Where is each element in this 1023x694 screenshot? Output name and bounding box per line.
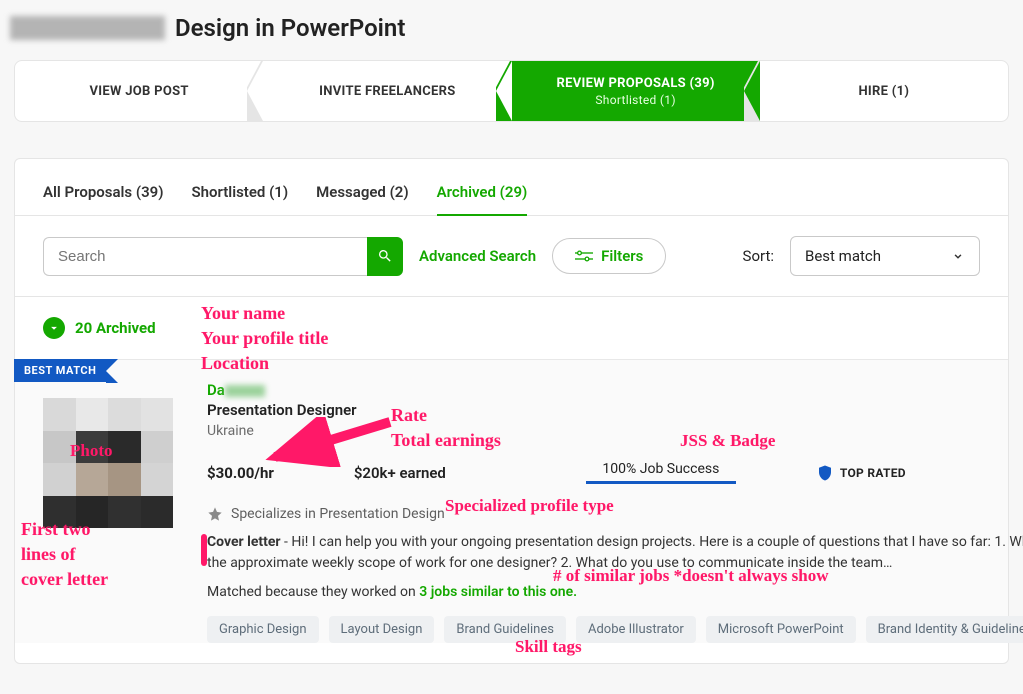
- tab-hire[interactable]: HIRE (1): [760, 61, 1008, 121]
- hourly-rate: $30.00/hr: [207, 464, 274, 482]
- location: Ukraine: [207, 423, 1023, 439]
- sliders-icon: [575, 249, 593, 263]
- proposal-card: BEST MATCH Da: [15, 359, 1008, 643]
- sort-select[interactable]: Best match: [790, 236, 980, 276]
- redacted-text: [10, 16, 165, 40]
- cover-letter-snippet: Cover letter - Hi! I can help you with y…: [207, 532, 1023, 574]
- shield-icon: [816, 464, 834, 482]
- search-input[interactable]: [43, 237, 367, 276]
- tab-review-proposals[interactable]: REVIEW PROPOSALS (39) Shortlisted (1): [512, 61, 760, 121]
- check-circle-icon: [43, 317, 65, 339]
- skill-tag[interactable]: Adobe Illustrator: [576, 616, 696, 643]
- skill-tag[interactable]: Graphic Design: [207, 616, 319, 643]
- star-icon: [207, 506, 223, 522]
- freelancer-name[interactable]: Da: [207, 381, 225, 399]
- stage-tabs: VIEW JOB POST INVITE FREELANCERS REVIEW …: [15, 61, 1008, 121]
- profile-title: Presentation Designer: [207, 401, 1023, 419]
- proposal-filter-tabs: All Proposals (39) Shortlisted (1) Messa…: [15, 159, 1008, 216]
- matched-reason: Matched because they worked on 3 jobs si…: [207, 584, 1023, 600]
- subtab-archived[interactable]: Archived (29): [437, 183, 528, 215]
- tab-invite-freelancers[interactable]: INVITE FREELANCERS: [263, 61, 511, 121]
- subtab-all-proposals[interactable]: All Proposals (39): [43, 183, 163, 215]
- annotation-bracket: [201, 534, 207, 566]
- redacted-text: [225, 385, 265, 397]
- similar-jobs-link[interactable]: 3 jobs similar to this one.: [419, 584, 577, 600]
- filters-button[interactable]: Filters: [552, 238, 666, 274]
- skill-tag[interactable]: Brand Guidelines: [444, 616, 566, 643]
- subtab-messaged[interactable]: Messaged (2): [316, 183, 409, 215]
- advanced-search-link[interactable]: Advanced Search: [419, 247, 536, 265]
- total-earned: $20k+ earned: [354, 464, 446, 482]
- page-title: Design in PowerPoint: [175, 14, 405, 42]
- top-rated-badge: TOP RATED: [816, 464, 906, 482]
- archived-count: 20 Archived: [75, 319, 156, 337]
- skill-tags: Graphic Design Layout Design Brand Guide…: [207, 616, 1023, 643]
- chevron-down-icon: [951, 249, 965, 263]
- search-icon: [377, 248, 393, 264]
- best-match-badge: BEST MATCH: [14, 359, 106, 382]
- job-success-score: 100% Job Success: [586, 461, 736, 484]
- archived-section-header[interactable]: 20 Archived: [15, 297, 1008, 359]
- search-toolbar: Advanced Search Filters Sort: Best match: [15, 216, 1008, 297]
- skill-tag[interactable]: Brand Identity & Guidelines: [866, 616, 1023, 643]
- subtab-shortlisted[interactable]: Shortlisted (1): [191, 183, 288, 215]
- tab-view-job-post[interactable]: VIEW JOB POST: [15, 61, 263, 121]
- sort-label: Sort:: [743, 247, 774, 265]
- search-button[interactable]: [367, 237, 403, 276]
- specialization: Specializes in Presentation Design: [207, 506, 1023, 522]
- skill-tag[interactable]: Microsoft PowerPoint: [706, 616, 856, 643]
- avatar[interactable]: [43, 398, 173, 528]
- skill-tag[interactable]: Layout Design: [329, 616, 435, 643]
